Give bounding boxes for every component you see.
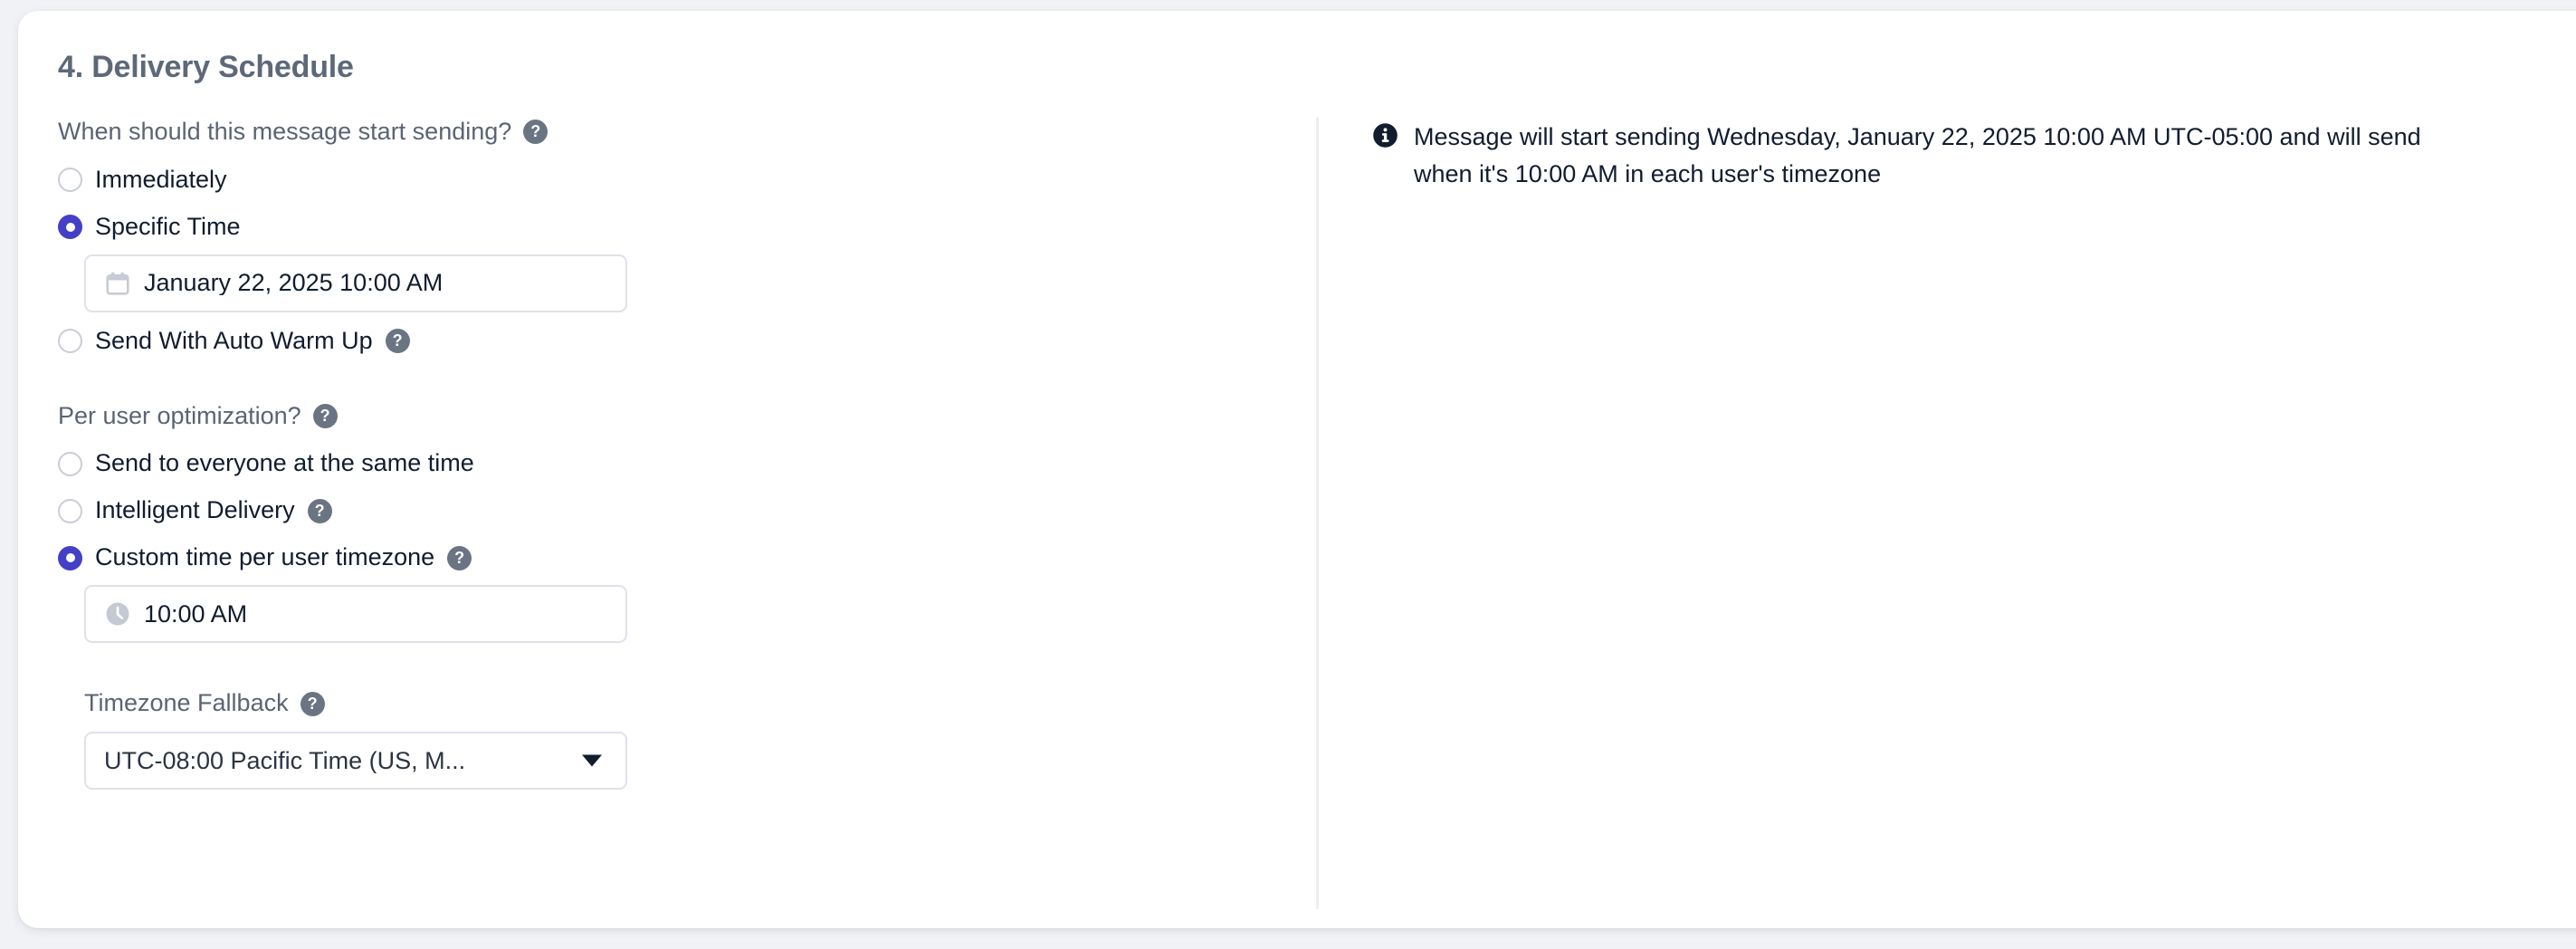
summary-column: Message will start sending Wednesday, Ja…: [1316, 117, 2576, 193]
help-circle-icon-custom-time-per-timezone[interactable]: ?: [447, 545, 472, 570]
radio-label-immediately: Immediately: [95, 165, 227, 193]
radio-option-immediately[interactable]: Immediately: [58, 160, 1280, 200]
delivery-summary-note: Message will start sending Wednesday, Ja…: [1372, 119, 2472, 193]
radio-label-same-time: Send to everyone at the same time: [95, 449, 474, 477]
help-circle-icon-timezone-fallback[interactable]: ?: [300, 691, 325, 716]
per-user-optimization-label-row: Per user optimization? ?: [58, 401, 1280, 432]
start-sending-label: When should this message start sending?: [58, 117, 512, 145]
time-input-wrap: 10:00 AM: [84, 585, 627, 644]
two-column-body: When should this message start sending? …: [58, 116, 2576, 909]
timezone-fallback-select-wrap: UTC-08:00 Pacific Time (US, M...: [84, 732, 627, 791]
timezone-fallback-label-row: Timezone Fallback ?: [84, 688, 1280, 719]
card-content: 4. Delivery Schedule When should this me…: [18, 11, 2576, 928]
radio-option-custom-time-per-timezone[interactable]: Custom time per user timezone ?: [58, 538, 1280, 578]
datetime-input-value: January 22, 2025 10:00 AM: [144, 271, 444, 296]
clock-icon: [104, 600, 131, 628]
calendar-icon: [104, 270, 131, 297]
settings-column: When should this message start sending? …: [58, 117, 1316, 909]
info-circle-icon: [1372, 122, 1398, 153]
per-user-optimization-label: Per user optimization?: [58, 401, 301, 429]
column-divider: [1316, 116, 1319, 909]
delivery-schedule-screen: 4. Delivery Schedule When should this me…: [0, 0, 2576, 949]
help-circle-icon-start-sending[interactable]: ?: [523, 120, 549, 145]
help-circle-icon-auto-warm-up[interactable]: ?: [385, 329, 410, 354]
radio-option-specific-time[interactable]: Specific Time: [58, 207, 1280, 247]
timezone-fallback-select[interactable]: UTC-08:00 Pacific Time (US, M...: [84, 732, 627, 791]
timezone-fallback-label: Timezone Fallback: [84, 689, 289, 717]
radio-label-custom-time-per-timezone: Custom time per user timezone: [95, 543, 435, 571]
radio-label-intelligent-delivery: Intelligent Delivery: [95, 496, 295, 524]
time-input[interactable]: 10:00 AM: [84, 585, 627, 644]
chevron-down-icon[interactable]: [582, 754, 602, 767]
delivery-schedule-card: 4. Delivery Schedule When should this me…: [18, 11, 2576, 928]
page-title: 4. Delivery Schedule: [58, 50, 354, 84]
datetime-input-wrap: January 22, 2025 10:00 AM: [84, 254, 627, 312]
datetime-input[interactable]: January 22, 2025 10:00 AM: [84, 254, 627, 312]
time-input-value: 10:00 AM: [144, 601, 248, 627]
delivery-summary-text: Message will start sending Wednesday, Ja…: [1414, 122, 2421, 187]
radio-indicator-auto-warm-up[interactable]: [58, 329, 82, 354]
radio-label-specific-time: Specific Time: [95, 212, 241, 240]
radio-indicator-specific-time[interactable]: [58, 215, 82, 240]
radio-label-auto-warm-up: Send With Auto Warm Up: [95, 326, 373, 354]
radio-option-same-time[interactable]: Send to everyone at the same time: [58, 444, 1280, 484]
radio-indicator-intelligent-delivery[interactable]: [58, 498, 82, 523]
radio-indicator-same-time[interactable]: [58, 451, 82, 476]
help-circle-icon-intelligent-delivery[interactable]: ?: [307, 498, 332, 523]
radio-option-intelligent-delivery[interactable]: Intelligent Delivery ?: [58, 491, 1280, 531]
timezone-fallback-selected-value: UTC-08:00 Pacific Time (US, M...: [104, 748, 466, 773]
radio-indicator-immediately[interactable]: [58, 168, 82, 193]
radio-option-auto-warm-up[interactable]: Send With Auto Warm Up ?: [58, 321, 1280, 361]
start-sending-label-row: When should this message start sending? …: [58, 117, 1280, 148]
radio-indicator-custom-time-per-timezone[interactable]: [58, 545, 82, 570]
help-circle-icon-per-user-optimization[interactable]: ?: [312, 403, 338, 428]
